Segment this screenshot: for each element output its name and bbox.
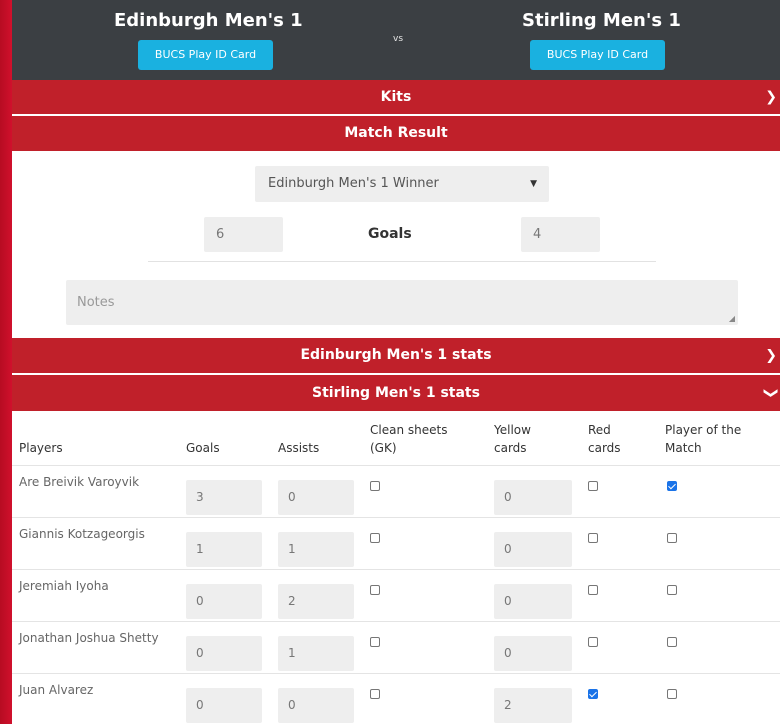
home-team-name: Edinburgh Men's 1 xyxy=(114,10,303,31)
yellow-cards-input[interactable]: 0 xyxy=(494,584,572,619)
divider xyxy=(148,261,656,262)
resize-grip-icon[interactable]: ◢ xyxy=(729,314,735,323)
match-result-section-label: Match Result xyxy=(344,125,448,141)
chevron-right-icon: ❯ xyxy=(765,89,777,105)
table-row: Are Breivik Varoyvik 3 0 0 xyxy=(12,465,780,517)
player-of-the-match-checkbox[interactable] xyxy=(667,585,677,595)
player-of-the-match-checkbox[interactable] xyxy=(667,637,677,647)
column-header-player-of-the-match: Player of the Match xyxy=(665,423,742,455)
yellow-cards-input[interactable]: 0 xyxy=(494,532,572,567)
kits-section-header[interactable]: Kits ❯ xyxy=(12,80,780,114)
column-header-goals: Goals xyxy=(186,441,220,455)
column-header-clean-sheets: Clean sheets (GK) xyxy=(370,423,448,455)
winner-select[interactable]: Edinburgh Men's 1 Winner ▼ xyxy=(255,166,549,202)
player-of-the-match-checkbox[interactable] xyxy=(667,533,677,543)
table-row: Juan Alvarez 0 0 2 xyxy=(12,673,780,724)
notes-placeholder: Notes xyxy=(77,295,115,310)
versus-label: vs xyxy=(393,34,404,44)
player-of-the-match-checkbox[interactable] xyxy=(667,481,677,491)
player-of-the-match-checkbox[interactable] xyxy=(667,689,677,699)
red-card-checkbox[interactable] xyxy=(588,637,598,647)
goals-input[interactable]: 1 xyxy=(186,532,262,567)
red-card-checkbox[interactable] xyxy=(588,533,598,543)
winner-select-value: Edinburgh Men's 1 Winner xyxy=(268,176,439,191)
column-header-players: Players xyxy=(19,441,63,455)
player-name: Jonathan Joshua Shetty xyxy=(19,631,159,645)
away-team-name: Stirling Men's 1 xyxy=(522,10,681,31)
yellow-cards-input[interactable]: 0 xyxy=(494,636,572,671)
home-stats-section-header[interactable]: Edinburgh Men's 1 stats ❯ xyxy=(12,338,780,373)
assists-input[interactable]: 0 xyxy=(278,688,354,723)
goals-input[interactable]: 3 xyxy=(186,480,262,515)
home-stats-section-label: Edinburgh Men's 1 stats xyxy=(300,347,492,363)
player-name: Are Breivik Varoyvik xyxy=(19,475,140,489)
match-result-section-header[interactable]: Match Result xyxy=(12,116,780,151)
match-header: Edinburgh Men's 1 vs Stirling Men's 1 BU… xyxy=(12,0,780,80)
table-row: Jonathan Joshua Shetty 0 1 0 xyxy=(12,621,780,673)
away-id-card-button[interactable]: BUCS Play ID Card xyxy=(530,40,665,70)
yellow-cards-input[interactable]: 0 xyxy=(494,480,572,515)
goals-input[interactable]: 0 xyxy=(186,584,262,619)
player-name: Jeremiah Iyoha xyxy=(19,579,109,593)
player-name: Giannis Kotzageorgis xyxy=(19,527,145,541)
assists-input[interactable]: 1 xyxy=(278,636,354,671)
red-card-checkbox[interactable] xyxy=(588,585,598,595)
kits-section-label: Kits xyxy=(380,89,412,105)
chevron-right-icon: ❯ xyxy=(765,347,777,363)
chevron-down-icon: ❯ xyxy=(763,387,780,399)
column-header-yellow-cards: Yellow cards xyxy=(494,423,531,455)
column-header-red-cards: Red cards xyxy=(588,423,621,455)
assists-input[interactable]: 2 xyxy=(278,584,354,619)
column-header-assists: Assists xyxy=(278,441,320,455)
clean-sheet-checkbox[interactable] xyxy=(370,533,380,543)
red-card-checkbox[interactable] xyxy=(588,481,598,491)
clean-sheet-checkbox[interactable] xyxy=(370,585,380,595)
notes-textarea[interactable]: Notes ◢ xyxy=(66,280,738,325)
player-name: Juan Alvarez xyxy=(19,683,94,697)
goals-label: Goals xyxy=(368,226,412,242)
home-goals-input[interactable]: 6 xyxy=(204,217,283,252)
away-stats-section-header[interactable]: Stirling Men's 1 stats ❯ xyxy=(12,375,780,411)
clean-sheet-checkbox[interactable] xyxy=(370,481,380,491)
yellow-cards-input[interactable]: 2 xyxy=(494,688,572,723)
away-goals-input[interactable]: 4 xyxy=(521,217,600,252)
table-row: Jeremiah Iyoha 0 2 0 xyxy=(12,569,780,621)
home-id-card-button[interactable]: BUCS Play ID Card xyxy=(138,40,273,70)
away-stats-section-label: Stirling Men's 1 stats xyxy=(312,385,480,401)
goals-input[interactable]: 0 xyxy=(186,636,262,671)
clean-sheet-checkbox[interactable] xyxy=(370,637,380,647)
assists-input[interactable]: 0 xyxy=(278,480,354,515)
assists-input[interactable]: 1 xyxy=(278,532,354,567)
fixture-panel: Edinburgh Men's 1 vs Stirling Men's 1 BU… xyxy=(12,0,780,724)
table-row: Giannis Kotzageorgis 1 1 0 xyxy=(12,517,780,569)
goals-input[interactable]: 0 xyxy=(186,688,262,723)
red-card-checkbox[interactable] xyxy=(588,689,598,699)
clean-sheet-checkbox[interactable] xyxy=(370,689,380,699)
chevron-down-icon: ▼ xyxy=(530,179,537,189)
